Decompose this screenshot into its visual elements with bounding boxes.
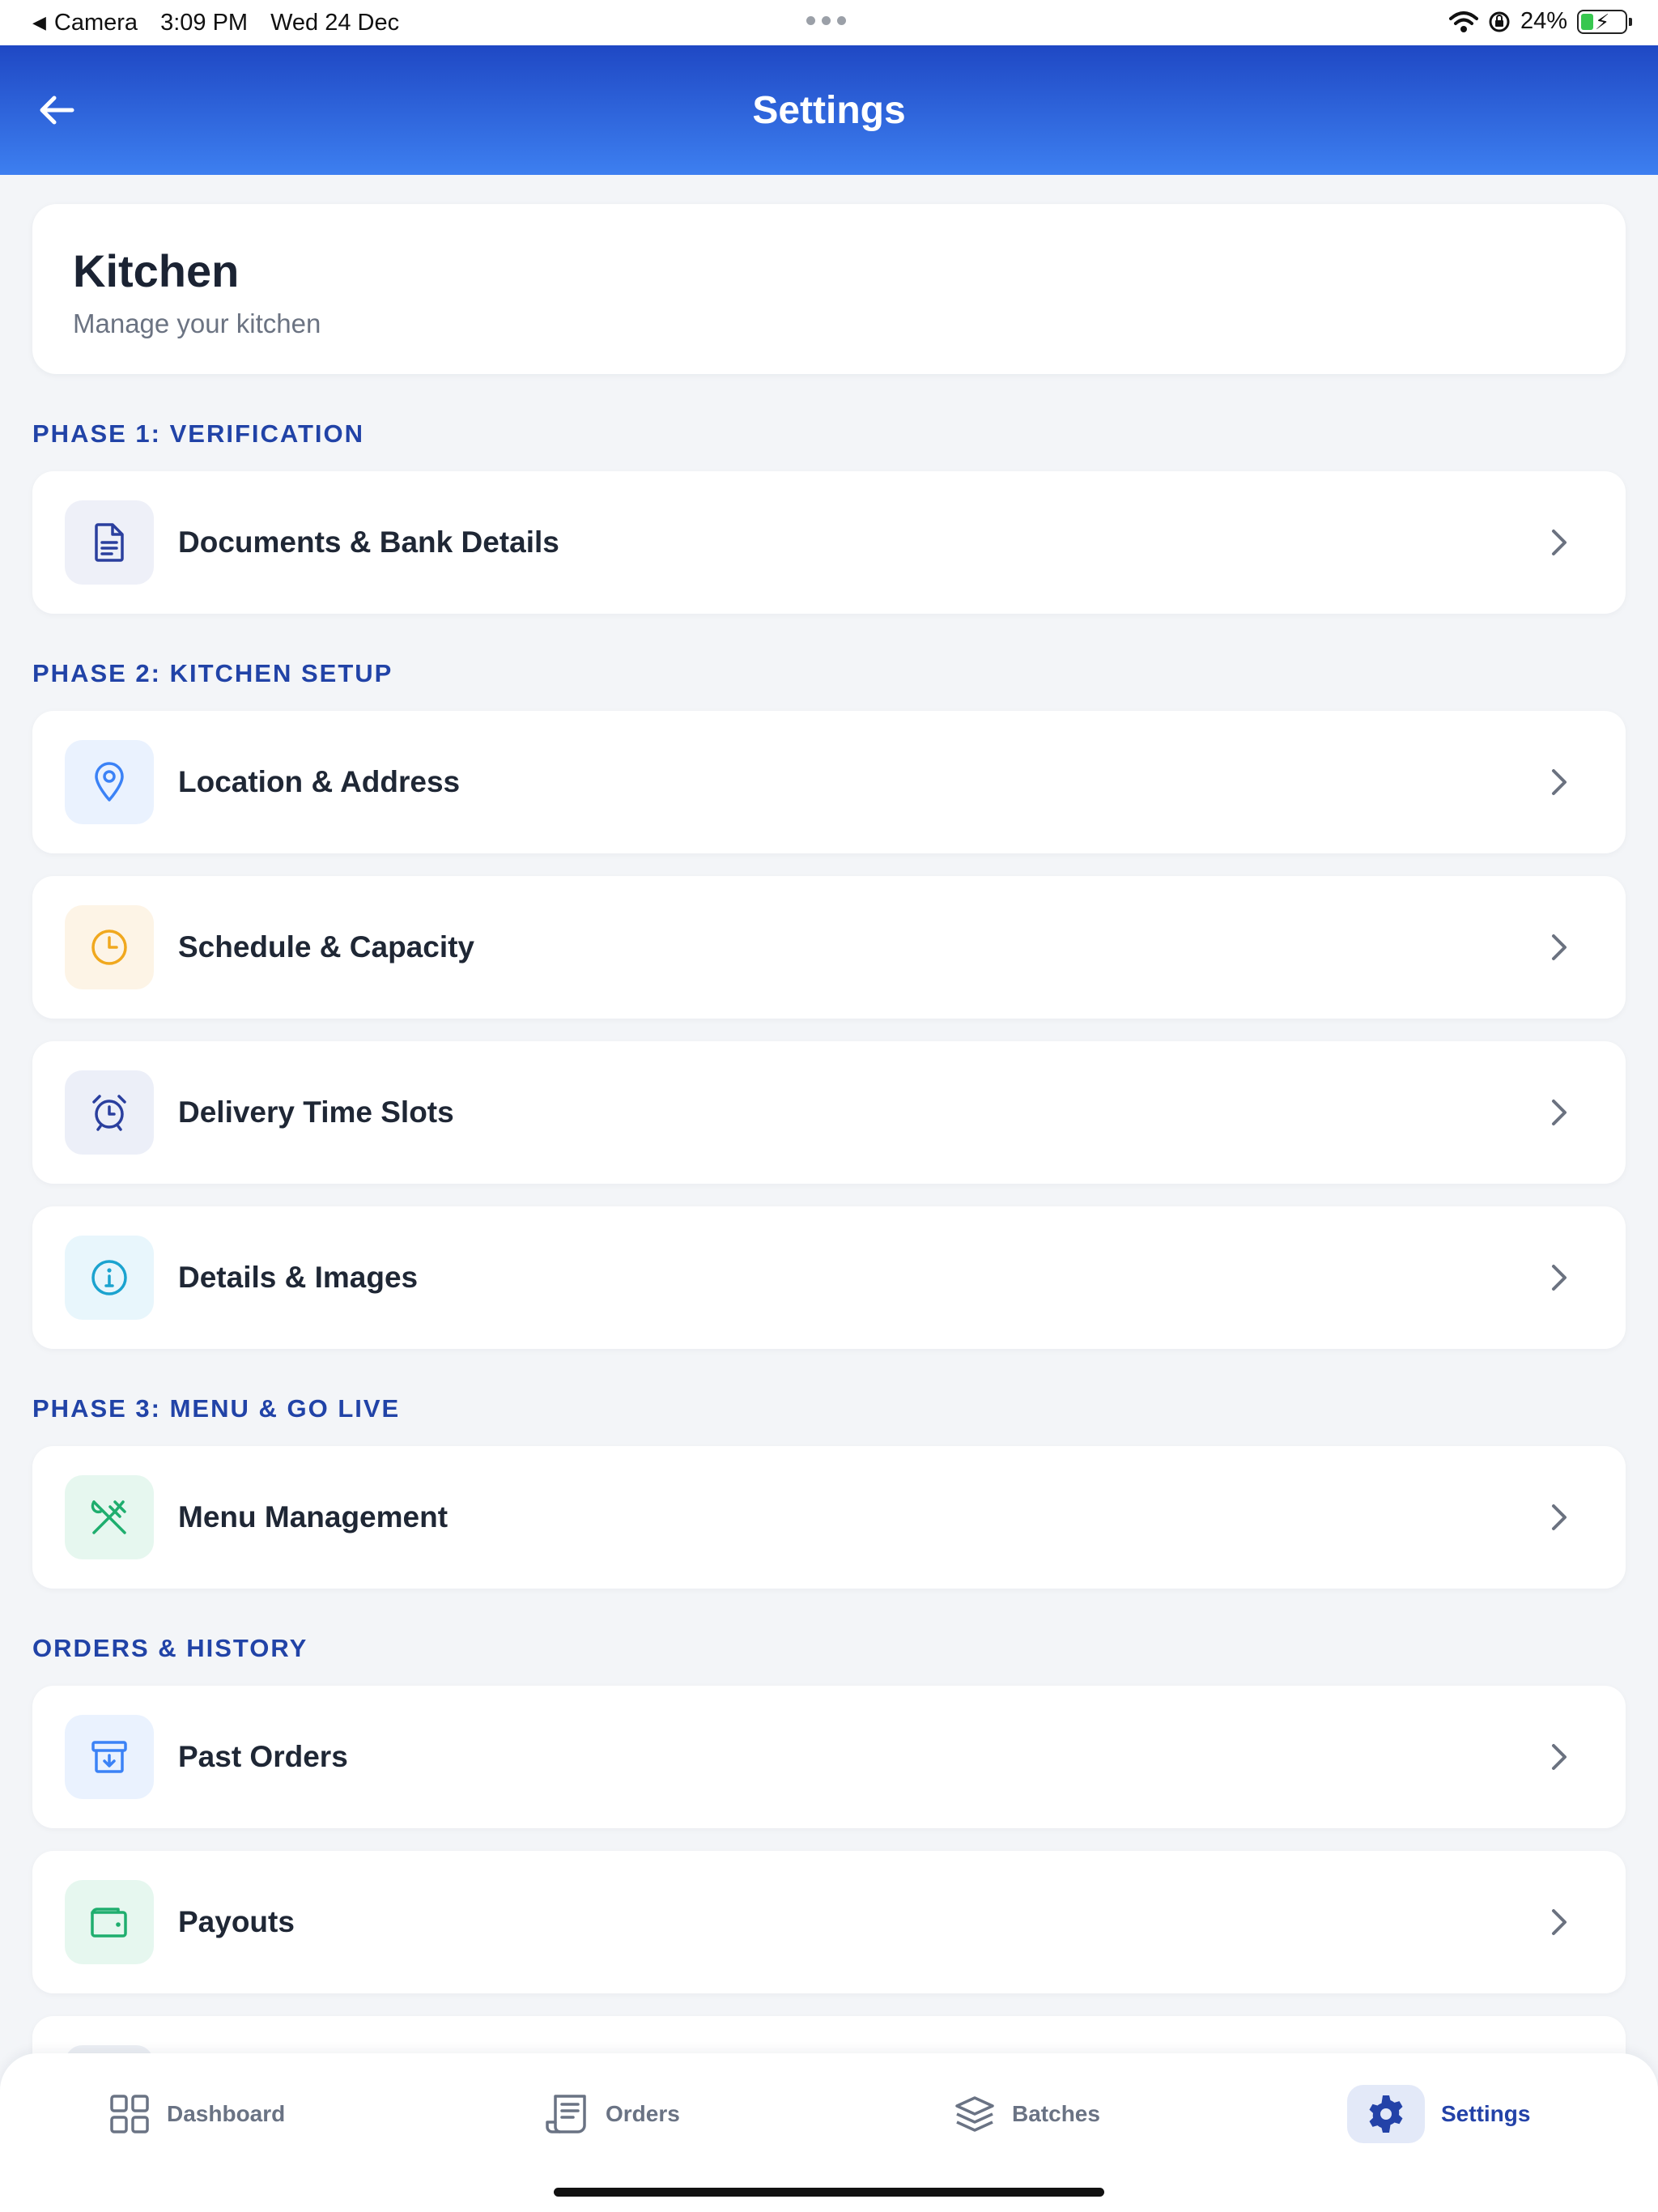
settings-item-label: Details & Images	[178, 1261, 419, 1294]
nav-label: Orders	[606, 2101, 680, 2126]
nav-settings[interactable]: Settings	[1347, 2053, 1530, 2175]
status-time: 3:09 PM	[160, 9, 249, 36]
wallet-icon	[65, 1880, 154, 1964]
settings-item-label: Payouts	[178, 1905, 295, 1938]
nav-dashboard[interactable]: Dashboard	[108, 2053, 285, 2175]
utensils-icon	[65, 1475, 154, 1559]
nav-orders[interactable]: Orders	[544, 2053, 680, 2175]
multitask-dots[interactable]	[806, 16, 846, 25]
settings-item-delivery[interactable]: Delivery Time Slots	[32, 1041, 1626, 1184]
battery-icon: ⚡	[1577, 9, 1632, 34]
clock-icon	[65, 905, 154, 989]
chevron-right-icon	[1535, 1253, 1584, 1302]
settings-item-location[interactable]: Location & Address	[32, 711, 1626, 853]
section-label-phase3: PHASE 3: MENU & GO LIVE	[32, 1394, 401, 1423]
nav-label: Dashboard	[167, 2101, 286, 2126]
chevron-right-icon	[1535, 518, 1584, 567]
settings-item-schedule[interactable]: Schedule & Capacity	[32, 876, 1626, 1019]
settings-item-label: Past Orders	[178, 1740, 348, 1773]
layers-icon	[955, 2096, 994, 2132]
settings-item-payouts[interactable]: Payouts	[32, 1851, 1626, 1993]
grid-icon	[110, 2095, 149, 2133]
chevron-right-icon	[1535, 923, 1584, 972]
chevron-right-icon	[1535, 1493, 1584, 1542]
nav-label: Settings	[1441, 2101, 1531, 2126]
orientation-lock-icon	[1489, 11, 1510, 32]
settings-item-menu[interactable]: Menu Management	[32, 1446, 1626, 1589]
battery-percent: 24%	[1520, 8, 1567, 34]
kitchen-subtitle: Manage your kitchen	[73, 308, 321, 338]
kitchen-card: Kitchen Manage your kitchen	[32, 204, 1626, 374]
section-label-phase2: PHASE 2: KITCHEN SETUP	[32, 659, 393, 687]
document-icon	[65, 500, 154, 585]
chevron-right-icon	[1535, 1898, 1584, 1946]
nav-label: Batches	[1012, 2101, 1100, 2126]
archive-icon	[65, 1715, 154, 1799]
settings-item-label: Delivery Time Slots	[178, 1095, 454, 1129]
nav-batches[interactable]: Batches	[954, 2053, 1100, 2175]
back-app-label[interactable]: Camera	[54, 10, 138, 36]
settings-item-label: Schedule & Capacity	[178, 930, 475, 963]
alarm-clock-icon	[65, 1070, 154, 1155]
chevron-right-icon	[1535, 758, 1584, 806]
chevron-right-icon	[1535, 1733, 1584, 1781]
settings-item-label: Location & Address	[178, 765, 461, 798]
chevron-right-icon	[1535, 1088, 1584, 1137]
back-button[interactable]	[32, 86, 81, 134]
page-title: Settings	[752, 88, 906, 132]
settings-item-label: Documents & Bank Details	[178, 525, 559, 559]
info-icon	[65, 1236, 154, 1320]
receipt-icon	[546, 2095, 586, 2133]
settings-item-label: Menu Management	[178, 1500, 449, 1534]
app-header: Settings	[0, 45, 1658, 175]
section-label-orders: ORDERS & HISTORY	[32, 1634, 308, 1662]
arrow-left-icon	[40, 96, 74, 125]
settings-item-documents[interactable]: Documents & Bank Details	[32, 471, 1626, 614]
kitchen-title: Kitchen	[73, 245, 240, 296]
location-pin-icon	[65, 740, 154, 824]
status-bar: ◀ Camera 3:09 PM Wed 24 Dec 24% ⚡	[0, 0, 1658, 45]
status-date: Wed 24 Dec	[270, 9, 400, 36]
nav-settings-active-bg	[1347, 2085, 1425, 2143]
home-indicator[interactable]	[554, 2188, 1104, 2197]
back-to-app-icon[interactable]: ◀	[32, 12, 46, 33]
settings-item-details[interactable]: Details & Images	[32, 1206, 1626, 1349]
wifi-icon	[1448, 11, 1478, 32]
gear-icon	[1369, 2095, 1403, 2133]
bottom-navigation: Dashboard Orders Batches Settings	[0, 2053, 1658, 2175]
section-label-phase1: PHASE 1: VERIFICATION	[32, 419, 365, 448]
settings-item-past-orders[interactable]: Past Orders	[32, 1686, 1626, 1828]
